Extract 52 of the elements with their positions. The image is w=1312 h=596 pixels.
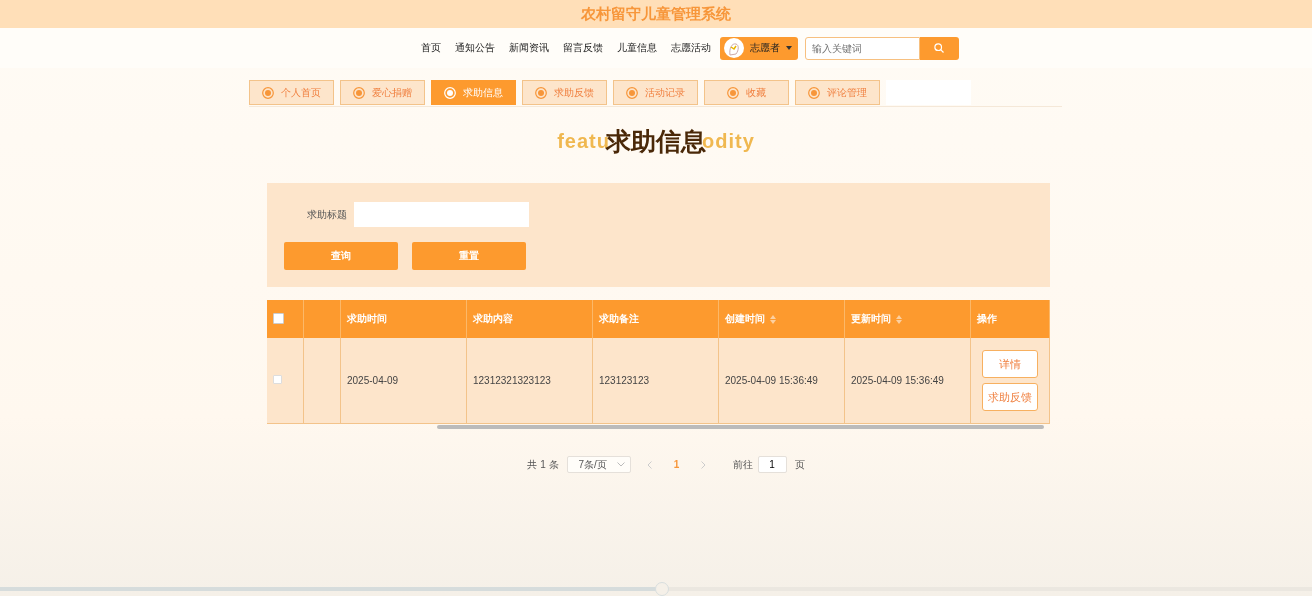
table-cell: 123123123 (599, 375, 650, 386)
page-unit: 页 (794, 457, 805, 472)
tab[interactable]: 活动记录 (613, 80, 698, 105)
tab[interactable]: 评论管理 (795, 80, 880, 105)
page-input[interactable]: 1 (757, 456, 787, 473)
chevron-left-icon (647, 460, 653, 469)
user-name: 志愿者 (749, 41, 780, 55)
reset-button[interactable]: 重置 (412, 242, 526, 270)
feedback-button[interactable]: 求助反馈 (982, 383, 1038, 411)
avatar-icon (723, 38, 744, 58)
detail-button[interactable]: 详情 (982, 350, 1038, 378)
caret-icon (785, 46, 792, 50)
column-header: 求助时间 (340, 300, 467, 338)
nav-link[interactable]: 志愿活动 (670, 41, 711, 55)
tab[interactable]: 收藏 (704, 80, 789, 105)
progress-handle[interactable] (655, 582, 669, 596)
column-header: 创建时间 (718, 300, 845, 338)
select-all-checkbox[interactable] (273, 312, 284, 324)
page-number[interactable]: 1 (668, 459, 685, 470)
tab[interactable]: 爱心捐赠 (340, 80, 425, 105)
nav-link[interactable]: 通知公告 (454, 41, 495, 55)
table-cell: 2025-04-09 15:36:49 (725, 375, 818, 386)
user-menu-button[interactable]: 志愿者 (719, 36, 798, 60)
chevron-down-icon (616, 462, 625, 467)
column-header: 求助内容 (466, 300, 593, 338)
nav-link[interactable]: 留言反馈 (562, 41, 603, 55)
table-cell: 2025-04-09 15:36:49 (851, 375, 944, 386)
tab[interactable]: 求助信息 (431, 80, 516, 105)
nav-link[interactable]: 新闻资讯 (508, 41, 549, 55)
page-size-select[interactable]: 7条/页 (566, 456, 631, 473)
table-cell: 12312321323123 (473, 375, 551, 386)
title-field[interactable] (354, 202, 529, 227)
column-header: 更新时间 (844, 300, 971, 338)
column-header: 操作 (970, 300, 1050, 338)
goto-label: 前往 (732, 457, 753, 472)
nav-link[interactable]: 儿童信息 (616, 41, 657, 55)
row-checkbox[interactable] (273, 375, 282, 384)
total-count: 共 1 条 (527, 457, 559, 472)
progress-track[interactable] (0, 582, 1312, 596)
search-icon (934, 43, 944, 53)
table-cell: 2025-04-09 (347, 375, 399, 386)
column-header: 求助备注 (592, 300, 719, 338)
nav-link[interactable]: 首页 (420, 41, 441, 55)
tab[interactable]: 个人首页 (249, 80, 334, 105)
site-title: 农村留守儿童管理系统 (581, 4, 731, 24)
field-label: 求助标题 (307, 207, 347, 222)
scrollbar-thumb[interactable] (437, 425, 1044, 429)
query-button[interactable]: 查询 (284, 242, 398, 270)
chevron-right-icon (701, 460, 707, 469)
tab[interactable]: 求助反馈 (522, 80, 607, 105)
search-field[interactable]: 输入关键词 (804, 36, 920, 60)
search-button[interactable] (919, 36, 959, 60)
